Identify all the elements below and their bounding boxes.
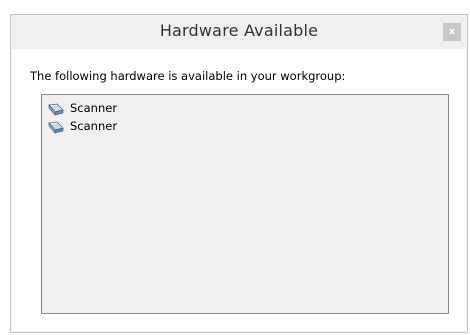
list-item[interactable]: Scanner <box>48 117 117 135</box>
dialog-content: The following hardware is available in y… <box>12 49 466 331</box>
list-item-label: Scanner <box>70 119 118 133</box>
dialog-title: Hardware Available <box>159 21 319 40</box>
description-label: The following hardware is available in y… <box>30 69 346 83</box>
scanner-icon <box>48 119 64 134</box>
title-bar[interactable]: Hardware Available x <box>11 15 467 49</box>
close-icon: x <box>449 27 455 37</box>
list-item-label: Scanner <box>70 101 118 115</box>
hardware-list[interactable]: Scanner Scanner <box>41 94 449 314</box>
scanner-icon <box>48 101 64 116</box>
close-button[interactable]: x <box>443 23 461 41</box>
list-item[interactable]: Scanner <box>48 99 117 117</box>
hardware-available-dialog: Hardware Available x The following hardw… <box>10 14 468 333</box>
